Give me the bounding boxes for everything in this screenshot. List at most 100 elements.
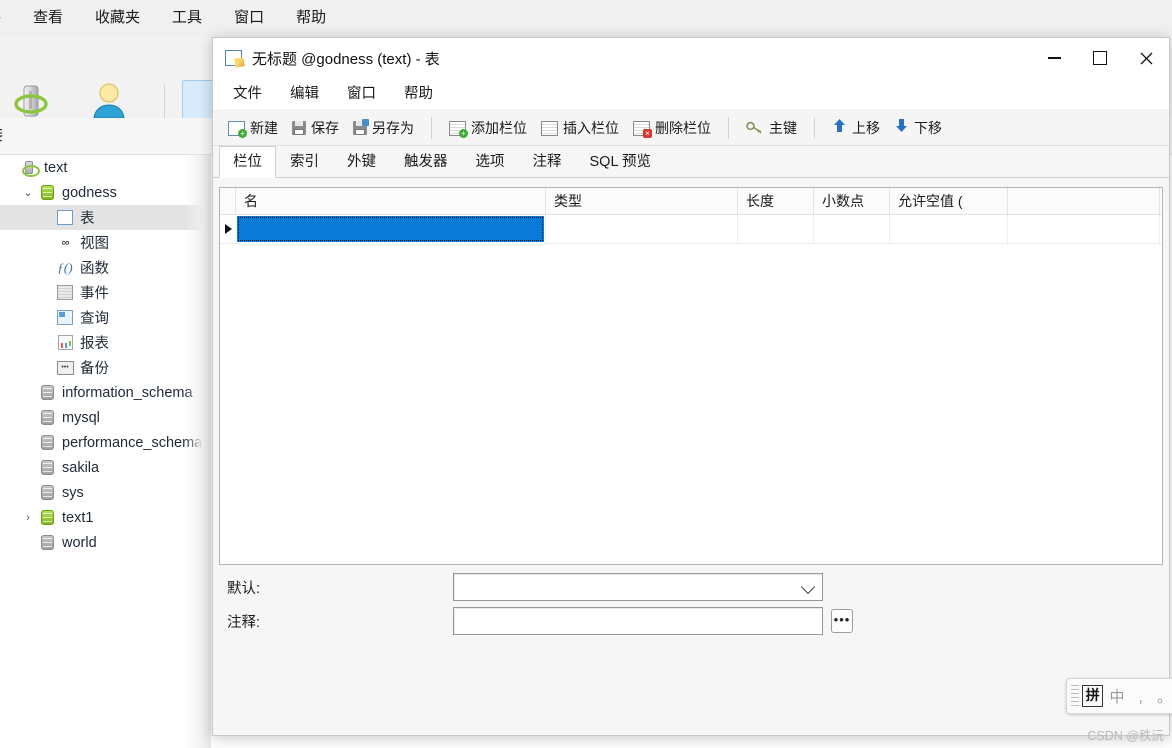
tree-item-sakila[interactable]: sakila — [0, 455, 207, 480]
delete-field-icon: × — [633, 121, 650, 136]
table-row[interactable] — [220, 215, 1162, 244]
grid-column-header[interactable]: 允许空值 ( — [890, 188, 1008, 214]
dlg-menu-file[interactable]: 文件 — [219, 78, 276, 110]
grid-column-header[interactable] — [1008, 188, 1160, 214]
ime-floating-bar[interactable]: 拼 中 , 。 — [1066, 678, 1172, 714]
grid-cell[interactable] — [890, 215, 1008, 243]
tree-item-label: 事件 — [80, 282, 109, 303]
save-button[interactable]: 保存 — [285, 114, 346, 142]
tab-触发器[interactable]: 触发器 — [390, 146, 462, 177]
window-titlebar[interactable]: 无标题 @godness (text) - 表 — [213, 38, 1169, 78]
twisty-collapsed-icon[interactable]: › — [20, 512, 36, 524]
move-up-button[interactable]: 上移 — [825, 114, 887, 142]
default-value-combobox[interactable] — [453, 573, 823, 601]
event-icon-slot — [54, 285, 76, 300]
move-down-icon — [894, 118, 909, 138]
tree-item-备份[interactable]: •••备份 — [0, 355, 207, 380]
dlg-menu-window[interactable]: 窗口 — [333, 78, 390, 110]
database-icon — [41, 535, 54, 550]
menu-window[interactable]: 窗口 — [218, 0, 280, 36]
fields-grid[interactable]: 名类型长度小数点允许空值 ( — [219, 187, 1163, 565]
grid-cell[interactable] — [236, 215, 546, 243]
menu-view[interactable]: 查看 — [17, 0, 79, 36]
dlg-menu-edit[interactable]: 编辑 — [276, 78, 333, 110]
menu-favorites[interactable]: 收藏夹 — [79, 0, 156, 36]
window-controls — [1031, 38, 1169, 78]
tree-item-performance_schema[interactable]: performance_schema — [0, 430, 207, 455]
tree-item-godness[interactable]: ⌄godness — [0, 180, 207, 205]
ime-drag-handle[interactable] — [1071, 685, 1079, 707]
menu-file[interactable]: 件 — [0, 0, 17, 36]
delete-field-button-label: 删除栏位 — [655, 118, 711, 138]
tree-item-表[interactable]: 表 — [0, 205, 207, 230]
twisty-expanded-icon[interactable]: ⌄ — [20, 186, 36, 199]
tree-item-label: 函数 — [80, 257, 109, 278]
database-tree[interactable]: text⌄godness表∞视图ƒ()函数事件查询报表•••备份informat… — [0, 155, 207, 748]
grid-cell[interactable] — [1008, 215, 1160, 243]
database-icon — [41, 485, 54, 500]
menu-tools[interactable]: 工具 — [156, 0, 218, 36]
close-button[interactable] — [1123, 38, 1169, 78]
comment-expand-button[interactable]: ••• — [831, 609, 853, 633]
database-green-icon-slot — [36, 510, 58, 525]
grid-cell[interactable] — [738, 215, 814, 243]
grid-cell[interactable] — [814, 215, 890, 243]
ime-extra-buttons[interactable]: 中 , 。 — [1109, 686, 1172, 707]
tree-item-mysql[interactable]: mysql — [0, 405, 207, 430]
default-label: 默认: — [213, 577, 453, 598]
dlg-menu-help[interactable]: 帮助 — [390, 78, 447, 110]
maximize-button[interactable] — [1077, 38, 1123, 78]
comment-input[interactable] — [453, 607, 823, 635]
dialog-tabstrip: 栏位索引外键触发器选项注释SQL 预览 — [213, 146, 1169, 178]
tab-选项[interactable]: 选项 — [462, 146, 519, 177]
tree-item-label: 视图 — [80, 232, 109, 253]
grid-column-header[interactable]: 名 — [236, 188, 546, 214]
close-icon — [1140, 52, 1153, 65]
add-field-icon: + — [449, 121, 466, 136]
tree-item-information_schema[interactable]: information_schema — [0, 380, 207, 405]
minimize-button[interactable] — [1031, 38, 1077, 78]
query-icon-slot — [54, 310, 76, 325]
screen-root: 件查看收藏夹工具窗口帮助 — [0, 0, 1172, 748]
menu-help[interactable]: 帮助 — [280, 0, 342, 36]
tree-item-label: performance_schema — [62, 435, 202, 451]
selected-cell-highlight[interactable] — [237, 216, 544, 242]
save-as-button-label: 另存为 — [372, 118, 414, 138]
app-menubar: 件查看收藏夹工具窗口帮助 — [0, 0, 1172, 37]
tree-item-报表[interactable]: 报表 — [0, 330, 207, 355]
tree-item-label: world — [62, 535, 97, 551]
new-button[interactable]: + 新建 — [221, 114, 285, 142]
insert-field-button[interactable]: 插入栏位 — [534, 114, 626, 142]
fields-grid-body[interactable] — [220, 215, 1162, 244]
grid-cell[interactable] — [546, 215, 738, 243]
toolbar-separator-1 — [431, 117, 432, 139]
move-down-button[interactable]: 下移 — [887, 114, 949, 142]
grid-column-header[interactable]: 类型 — [546, 188, 738, 214]
tab-索引[interactable]: 索引 — [276, 146, 333, 177]
save-as-button[interactable]: 另存为 — [346, 114, 421, 142]
tree-item-text1[interactable]: ›text1 — [0, 505, 207, 530]
tree-item-查询[interactable]: 查询 — [0, 305, 207, 330]
tab-SQL-预览[interactable]: SQL 预览 — [576, 146, 666, 177]
tree-item-world[interactable]: world — [0, 530, 207, 555]
row-arrow-icon — [225, 224, 232, 234]
ime-mode-icon[interactable]: 拼 — [1082, 685, 1104, 707]
tab-栏位[interactable]: 栏位 — [219, 146, 276, 178]
grid-column-header[interactable]: 小数点 — [814, 188, 890, 214]
tree-item-sys[interactable]: sys — [0, 480, 207, 505]
tree-item-text[interactable]: text — [0, 155, 207, 180]
tree-item-函数[interactable]: ƒ()函数 — [0, 255, 207, 280]
toolbar-separator-2 — [728, 117, 729, 139]
add-field-button[interactable]: + 添加栏位 — [442, 114, 534, 142]
tree-item-事件[interactable]: 事件 — [0, 280, 207, 305]
primary-key-button[interactable]: 主键 — [739, 114, 804, 142]
default-value-row: 默认: — [213, 570, 1169, 604]
save-icon — [292, 121, 306, 135]
dialog-menubar: 文件编辑窗口帮助 — [213, 78, 1169, 111]
delete-field-button[interactable]: × 删除栏位 — [626, 114, 718, 142]
tab-注释[interactable]: 注释 — [519, 146, 576, 177]
connection-icon-slot — [18, 160, 40, 175]
tab-外键[interactable]: 外键 — [333, 146, 390, 177]
grid-column-header[interactable]: 长度 — [738, 188, 814, 214]
tree-item-视图[interactable]: ∞视图 — [0, 230, 207, 255]
